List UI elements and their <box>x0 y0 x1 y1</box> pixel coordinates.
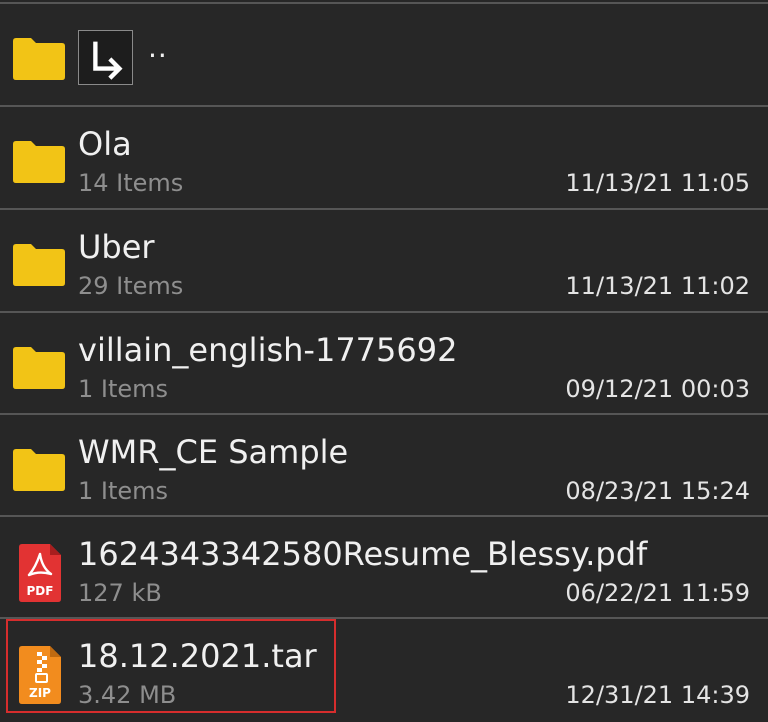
list-item[interactable]: villain_english-1775692 1 Items 09/12/21… <box>0 313 768 414</box>
list-item[interactable]: PDF 1624343342580Resume_Blessy.pdf 127 k… <box>0 517 768 618</box>
item-size: 3.42 MB <box>78 681 177 709</box>
list-item[interactable]: Ola 14 Items 11/13/21 11:05 <box>0 107 768 208</box>
list-item[interactable]: Uber 29 Items 11/13/21 11:02 <box>0 210 768 311</box>
item-date: 11/13/21 11:05 <box>565 169 750 197</box>
item-name: WMR_CE Sample <box>78 433 349 471</box>
folder-icon <box>13 244 65 286</box>
item-date: 12/31/21 14:39 <box>565 681 750 709</box>
item-count: 14 Items <box>78 169 184 197</box>
item-date: 08/23/21 15:24 <box>565 477 750 505</box>
folder-icon <box>13 38 65 80</box>
file-list: .. Ola 14 Items 11/13/21 11:05 Uber 29 I… <box>0 0 768 722</box>
item-size: 127 kB <box>78 579 162 607</box>
item-count: 1 Items <box>78 477 169 505</box>
pdf-file-icon: PDF <box>19 544 61 602</box>
parent-directory-row[interactable]: .. <box>0 4 768 105</box>
folder-icon <box>13 449 65 491</box>
arrow-return-icon[interactable] <box>78 30 133 85</box>
item-date: 06/22/21 11:59 <box>565 579 750 607</box>
item-name: Ola <box>78 125 132 163</box>
folder-icon <box>13 347 65 389</box>
item-name: Uber <box>78 228 155 266</box>
zip-icon-label: ZIP <box>29 686 51 700</box>
item-name: villain_english-1775692 <box>78 331 458 369</box>
item-name: 18.12.2021.tar <box>78 637 317 675</box>
item-date: 11/13/21 11:02 <box>565 272 750 300</box>
pdf-icon-label: PDF <box>27 584 54 598</box>
zip-file-icon: ZIP <box>19 646 61 704</box>
folder-icon <box>13 141 65 183</box>
item-count: 1 Items <box>78 375 169 403</box>
item-date: 09/12/21 00:03 <box>565 375 750 403</box>
item-count: 29 Items <box>78 272 184 300</box>
list-item[interactable]: WMR_CE Sample 1 Items 08/23/21 15:24 <box>0 415 768 516</box>
list-item-selected[interactable]: ZIP 18.12.2021.tar 3.42 MB 12/31/21 14:3… <box>0 619 768 720</box>
item-name: 1624343342580Resume_Blessy.pdf <box>78 535 648 573</box>
parent-directory-label: .. <box>148 31 168 64</box>
